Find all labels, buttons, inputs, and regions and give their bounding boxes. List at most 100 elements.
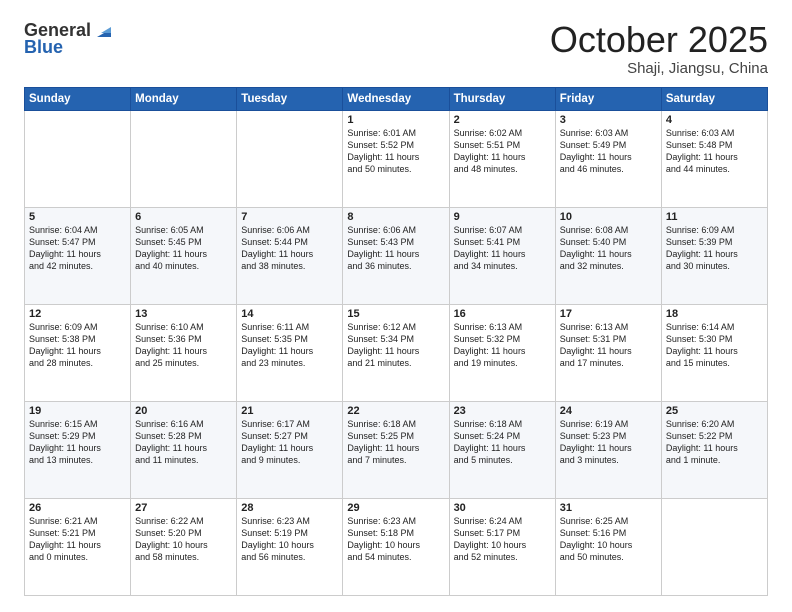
day-number: 28 <box>241 502 338 514</box>
calendar-cell-w4-d5: 24Sunrise: 6:19 AM Sunset: 5:23 PM Dayli… <box>555 401 661 498</box>
logo-blue-text: Blue <box>24 37 63 58</box>
col-saturday: Saturday <box>661 87 767 110</box>
calendar-cell-w4-d4: 23Sunrise: 6:18 AM Sunset: 5:24 PM Dayli… <box>449 401 555 498</box>
day-number: 4 <box>666 114 763 126</box>
day-info: Sunrise: 6:13 AM Sunset: 5:31 PM Dayligh… <box>560 321 657 370</box>
day-info: Sunrise: 6:24 AM Sunset: 5:17 PM Dayligh… <box>454 515 551 564</box>
day-number: 30 <box>454 502 551 514</box>
day-number: 29 <box>347 502 444 514</box>
calendar-cell-w1-d0 <box>25 110 131 207</box>
logo: General Blue <box>24 20 115 58</box>
calendar-cell-w1-d1 <box>131 110 237 207</box>
location: Shaji, Jiangsu, China <box>550 60 768 77</box>
day-number: 21 <box>241 405 338 417</box>
day-number: 5 <box>29 211 126 223</box>
week-row-4: 19Sunrise: 6:15 AM Sunset: 5:29 PM Dayli… <box>25 401 768 498</box>
calendar-cell-w4-d0: 19Sunrise: 6:15 AM Sunset: 5:29 PM Dayli… <box>25 401 131 498</box>
day-info: Sunrise: 6:07 AM Sunset: 5:41 PM Dayligh… <box>454 224 551 273</box>
day-info: Sunrise: 6:09 AM Sunset: 5:39 PM Dayligh… <box>666 224 763 273</box>
calendar-cell-w4-d6: 25Sunrise: 6:20 AM Sunset: 5:22 PM Dayli… <box>661 401 767 498</box>
day-info: Sunrise: 6:23 AM Sunset: 5:18 PM Dayligh… <box>347 515 444 564</box>
calendar-cell-w5-d0: 26Sunrise: 6:21 AM Sunset: 5:21 PM Dayli… <box>25 498 131 595</box>
calendar-cell-w3-d0: 12Sunrise: 6:09 AM Sunset: 5:38 PM Dayli… <box>25 304 131 401</box>
col-thursday: Thursday <box>449 87 555 110</box>
calendar-cell-w2-d6: 11Sunrise: 6:09 AM Sunset: 5:39 PM Dayli… <box>661 207 767 304</box>
calendar-cell-w5-d1: 27Sunrise: 6:22 AM Sunset: 5:20 PM Dayli… <box>131 498 237 595</box>
calendar-cell-w3-d6: 18Sunrise: 6:14 AM Sunset: 5:30 PM Dayli… <box>661 304 767 401</box>
day-info: Sunrise: 6:06 AM Sunset: 5:43 PM Dayligh… <box>347 224 444 273</box>
day-number: 1 <box>347 114 444 126</box>
day-info: Sunrise: 6:05 AM Sunset: 5:45 PM Dayligh… <box>135 224 232 273</box>
col-sunday: Sunday <box>25 87 131 110</box>
day-number: 18 <box>666 308 763 320</box>
day-number: 11 <box>666 211 763 223</box>
title-block: October 2025 Shaji, Jiangsu, China <box>550 20 768 77</box>
day-number: 22 <box>347 405 444 417</box>
day-number: 3 <box>560 114 657 126</box>
day-number: 16 <box>454 308 551 320</box>
day-number: 12 <box>29 308 126 320</box>
day-number: 2 <box>454 114 551 126</box>
col-friday: Friday <box>555 87 661 110</box>
day-info: Sunrise: 6:17 AM Sunset: 5:27 PM Dayligh… <box>241 418 338 467</box>
page: General Blue October 2025 Shaji, Jiangsu… <box>0 0 792 612</box>
col-wednesday: Wednesday <box>343 87 449 110</box>
day-info: Sunrise: 6:21 AM Sunset: 5:21 PM Dayligh… <box>29 515 126 564</box>
calendar-cell-w5-d5: 31Sunrise: 6:25 AM Sunset: 5:16 PM Dayli… <box>555 498 661 595</box>
calendar-cell-w5-d2: 28Sunrise: 6:23 AM Sunset: 5:19 PM Dayli… <box>237 498 343 595</box>
logo-icon <box>93 19 115 41</box>
header: General Blue October 2025 Shaji, Jiangsu… <box>24 20 768 77</box>
calendar-cell-w1-d6: 4Sunrise: 6:03 AM Sunset: 5:48 PM Daylig… <box>661 110 767 207</box>
calendar-cell-w1-d2 <box>237 110 343 207</box>
day-info: Sunrise: 6:23 AM Sunset: 5:19 PM Dayligh… <box>241 515 338 564</box>
calendar-cell-w1-d5: 3Sunrise: 6:03 AM Sunset: 5:49 PM Daylig… <box>555 110 661 207</box>
calendar-cell-w4-d1: 20Sunrise: 6:16 AM Sunset: 5:28 PM Dayli… <box>131 401 237 498</box>
day-info: Sunrise: 6:22 AM Sunset: 5:20 PM Dayligh… <box>135 515 232 564</box>
month-title: October 2025 <box>550 20 768 60</box>
week-row-1: 1Sunrise: 6:01 AM Sunset: 5:52 PM Daylig… <box>25 110 768 207</box>
calendar-cell-w3-d5: 17Sunrise: 6:13 AM Sunset: 5:31 PM Dayli… <box>555 304 661 401</box>
day-info: Sunrise: 6:20 AM Sunset: 5:22 PM Dayligh… <box>666 418 763 467</box>
calendar-table: Sunday Monday Tuesday Wednesday Thursday… <box>24 87 768 596</box>
day-info: Sunrise: 6:04 AM Sunset: 5:47 PM Dayligh… <box>29 224 126 273</box>
day-number: 25 <box>666 405 763 417</box>
day-number: 7 <box>241 211 338 223</box>
calendar-cell-w5-d6 <box>661 498 767 595</box>
day-info: Sunrise: 6:12 AM Sunset: 5:34 PM Dayligh… <box>347 321 444 370</box>
day-info: Sunrise: 6:02 AM Sunset: 5:51 PM Dayligh… <box>454 127 551 176</box>
calendar-cell-w2-d0: 5Sunrise: 6:04 AM Sunset: 5:47 PM Daylig… <box>25 207 131 304</box>
calendar-cell-w2-d5: 10Sunrise: 6:08 AM Sunset: 5:40 PM Dayli… <box>555 207 661 304</box>
day-info: Sunrise: 6:19 AM Sunset: 5:23 PM Dayligh… <box>560 418 657 467</box>
calendar-cell-w2-d3: 8Sunrise: 6:06 AM Sunset: 5:43 PM Daylig… <box>343 207 449 304</box>
week-row-5: 26Sunrise: 6:21 AM Sunset: 5:21 PM Dayli… <box>25 498 768 595</box>
calendar-cell-w3-d4: 16Sunrise: 6:13 AM Sunset: 5:32 PM Dayli… <box>449 304 555 401</box>
day-number: 9 <box>454 211 551 223</box>
day-info: Sunrise: 6:03 AM Sunset: 5:49 PM Dayligh… <box>560 127 657 176</box>
calendar-cell-w2-d2: 7Sunrise: 6:06 AM Sunset: 5:44 PM Daylig… <box>237 207 343 304</box>
day-number: 19 <box>29 405 126 417</box>
day-number: 24 <box>560 405 657 417</box>
calendar-cell-w5-d4: 30Sunrise: 6:24 AM Sunset: 5:17 PM Dayli… <box>449 498 555 595</box>
calendar-cell-w2-d4: 9Sunrise: 6:07 AM Sunset: 5:41 PM Daylig… <box>449 207 555 304</box>
calendar-cell-w3-d1: 13Sunrise: 6:10 AM Sunset: 5:36 PM Dayli… <box>131 304 237 401</box>
day-info: Sunrise: 6:01 AM Sunset: 5:52 PM Dayligh… <box>347 127 444 176</box>
calendar-cell-w3-d3: 15Sunrise: 6:12 AM Sunset: 5:34 PM Dayli… <box>343 304 449 401</box>
calendar-cell-w5-d3: 29Sunrise: 6:23 AM Sunset: 5:18 PM Dayli… <box>343 498 449 595</box>
day-number: 17 <box>560 308 657 320</box>
calendar-cell-w4-d3: 22Sunrise: 6:18 AM Sunset: 5:25 PM Dayli… <box>343 401 449 498</box>
calendar-cell-w2-d1: 6Sunrise: 6:05 AM Sunset: 5:45 PM Daylig… <box>131 207 237 304</box>
day-info: Sunrise: 6:14 AM Sunset: 5:30 PM Dayligh… <box>666 321 763 370</box>
calendar-cell-w4-d2: 21Sunrise: 6:17 AM Sunset: 5:27 PM Dayli… <box>237 401 343 498</box>
week-row-3: 12Sunrise: 6:09 AM Sunset: 5:38 PM Dayli… <box>25 304 768 401</box>
day-info: Sunrise: 6:10 AM Sunset: 5:36 PM Dayligh… <box>135 321 232 370</box>
day-number: 20 <box>135 405 232 417</box>
day-info: Sunrise: 6:06 AM Sunset: 5:44 PM Dayligh… <box>241 224 338 273</box>
day-info: Sunrise: 6:18 AM Sunset: 5:25 PM Dayligh… <box>347 418 444 467</box>
calendar-cell-w1-d3: 1Sunrise: 6:01 AM Sunset: 5:52 PM Daylig… <box>343 110 449 207</box>
day-info: Sunrise: 6:18 AM Sunset: 5:24 PM Dayligh… <box>454 418 551 467</box>
day-number: 15 <box>347 308 444 320</box>
calendar-cell-w1-d4: 2Sunrise: 6:02 AM Sunset: 5:51 PM Daylig… <box>449 110 555 207</box>
calendar-header-row: Sunday Monday Tuesday Wednesday Thursday… <box>25 87 768 110</box>
day-info: Sunrise: 6:15 AM Sunset: 5:29 PM Dayligh… <box>29 418 126 467</box>
day-number: 27 <box>135 502 232 514</box>
